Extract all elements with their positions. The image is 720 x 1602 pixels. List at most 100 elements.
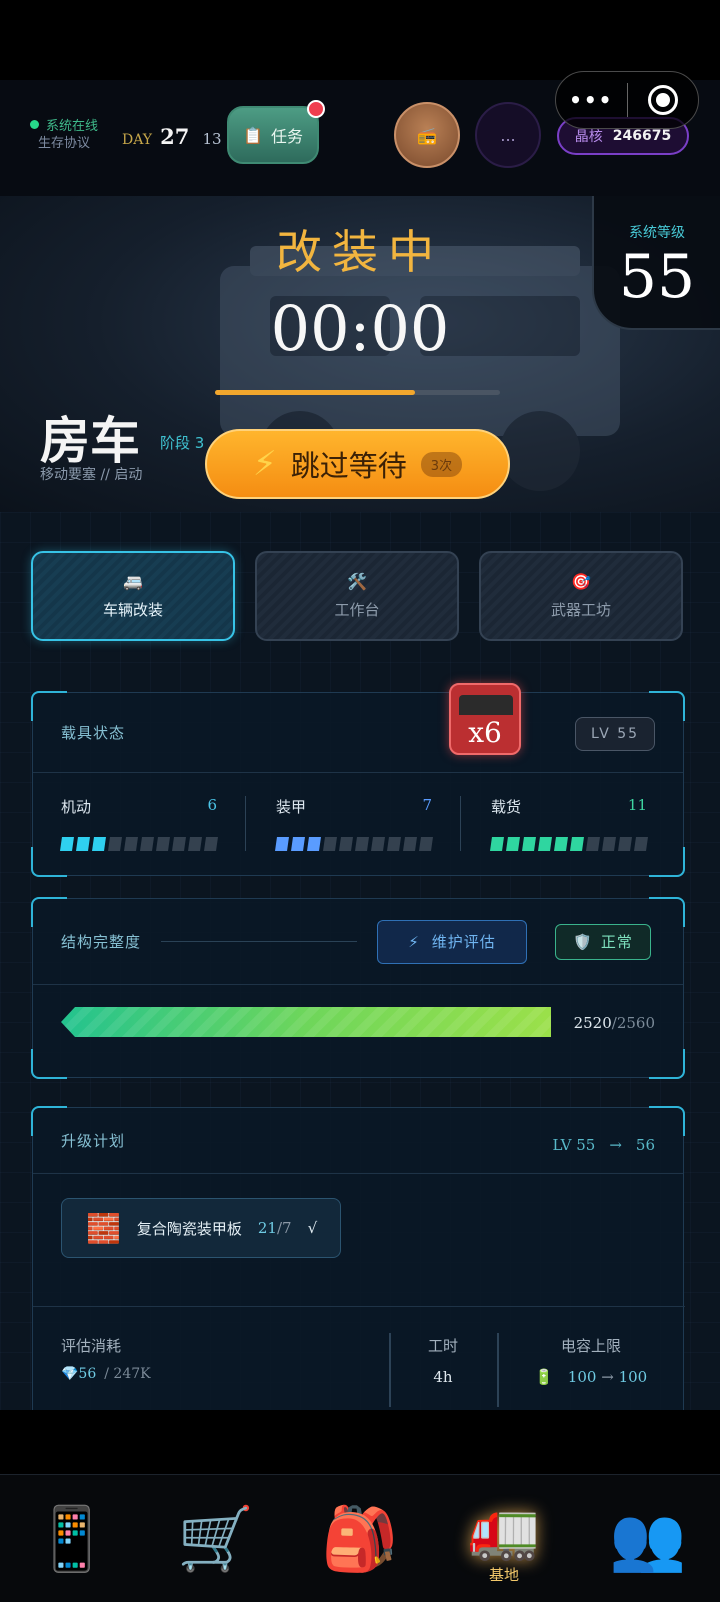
multiplier-badge[interactable]: x6 xyxy=(449,683,521,755)
task-button[interactable]: 📋 任务 xyxy=(227,100,325,164)
stat-value: 11 xyxy=(627,795,647,814)
nav-base-label: 基地 xyxy=(488,1565,519,1584)
vehicle-level-chip: LV 55 xyxy=(575,717,655,751)
integrity-current: 2520 xyxy=(573,1014,612,1032)
integrity-panel: 结构完整度 ⚡ 维护评估 🛡️ 正常 2520/2560 xyxy=(31,897,685,1081)
tab-label: 工作台 xyxy=(334,601,380,619)
status-bar-area xyxy=(0,0,720,80)
time-label: 工时 xyxy=(427,1337,458,1355)
main-content: 🚐 车辆改装 🛠️ 工作台 🎯 武器工坊 载具状态 x6 LV 55 机动 6 xyxy=(0,512,720,1417)
material-have: 21 xyxy=(257,1219,277,1237)
nav-phone[interactable]: 📱 xyxy=(0,1475,144,1602)
upgrade-costs: 评估消耗 💎56 / 247K 工时 4h 电容上限 🔋 100 → 100 xyxy=(33,1306,685,1407)
menu-dots-icon: ••• xyxy=(569,88,614,112)
stat-mobility: 机动 6 xyxy=(60,796,245,851)
system-online-label: 系统在线 xyxy=(46,119,99,134)
menu-dots-button[interactable]: ••• xyxy=(556,72,627,128)
stat-segment-empty xyxy=(108,836,122,851)
nav-base[interactable]: 🚛 基地 xyxy=(432,1475,576,1602)
crystal-value: 246675 xyxy=(612,128,672,144)
system-status: 系统在线 生存协议 xyxy=(30,118,98,152)
integrity-header: 结构完整度 ⚡ 维护评估 🛡️ 正常 xyxy=(33,899,683,985)
vehicle-status-panel: 载具状态 x6 LV 55 机动 6 装甲 7 载货 11 xyxy=(31,683,685,877)
radio-icon: 📻 xyxy=(417,125,437,145)
timer-progress-bar xyxy=(215,390,500,395)
stat-segment-empty xyxy=(634,836,648,851)
nav-shop[interactable]: 🛒 xyxy=(144,1475,288,1602)
stat-segment-empty xyxy=(339,836,353,851)
tools-icon: 🛠️ xyxy=(347,572,367,591)
tab-vehicle-mod[interactable]: 🚐 车辆改装 xyxy=(31,551,235,641)
target-icon: 🎯 xyxy=(571,572,591,591)
brick-icon: 🧱 xyxy=(86,1211,121,1245)
integrity-max: /2560 xyxy=(611,1014,655,1032)
integrity-progress-bar xyxy=(61,1007,551,1037)
upgrade-plan-panel: 升级计划 LV 55 → 56 🧱 复合陶瓷装甲板 21/7 √ 评估消耗 💎5… xyxy=(31,1106,685,1417)
material-need: /7 xyxy=(276,1219,292,1237)
skip-count-badge: 3次 xyxy=(420,451,463,477)
arrow-right-icon: → xyxy=(601,1368,614,1386)
cart-icon: 🛒 xyxy=(177,1501,255,1575)
vehicle-name: 房车 xyxy=(40,411,140,470)
lightning-icon: ⚡ xyxy=(408,932,420,951)
backpack-icon: 🎒 xyxy=(321,1501,399,1575)
van-icon: 🚐 xyxy=(123,572,143,591)
material-count: 21/7 xyxy=(258,1219,292,1237)
stat-name: 载货 xyxy=(491,797,522,816)
system-level-value: 55 xyxy=(618,242,696,312)
truck-icon: 🚛 xyxy=(467,1494,541,1563)
stat-segment-empty xyxy=(602,836,616,851)
tab-weapon-workshop[interactable]: 🎯 武器工坊 xyxy=(479,551,683,641)
stat-segment-filled xyxy=(92,836,106,851)
miniprogram-capsule: ••• xyxy=(555,71,699,129)
tab-bar: 🚐 车辆改装 🛠️ 工作台 🎯 武器工坊 xyxy=(31,551,685,641)
stat-segment-empty xyxy=(355,836,369,851)
stat-segment-filled xyxy=(307,836,321,851)
system-level-label: 系统等级 xyxy=(629,225,685,241)
status-label: 正常 xyxy=(600,933,633,951)
system-level-card: 系统等级 55 xyxy=(592,196,720,330)
stat-segment-filled xyxy=(554,836,568,851)
timer-progress-fill xyxy=(215,390,415,395)
stat-segment-empty xyxy=(156,836,170,851)
upgrade-level-range: LV 55 → 56 xyxy=(552,1136,655,1154)
tab-workbench[interactable]: 🛠️ 工作台 xyxy=(255,551,459,641)
nav-backpack[interactable]: 🎒 xyxy=(288,1475,432,1602)
phone-icon: 📱 xyxy=(33,1501,111,1575)
task-label: 任务 xyxy=(270,127,303,146)
stat-segment-filled xyxy=(76,836,90,851)
stat-segment-empty xyxy=(618,836,632,851)
radio-button[interactable]: 📻 xyxy=(394,102,460,168)
stat-segment-filled xyxy=(570,836,584,851)
status-badge: 🛡️ 正常 xyxy=(555,923,652,960)
target-icon xyxy=(647,85,678,115)
maintenance-evaluate-button[interactable]: ⚡ 维护评估 xyxy=(377,919,528,964)
stat-cargo: 载货 11 xyxy=(460,795,675,851)
arrow-right-icon: → xyxy=(609,1136,622,1154)
upgrade-title: 升级计划 xyxy=(61,1132,126,1150)
bottom-spacer xyxy=(0,1410,720,1474)
battery-icon: 🔋 xyxy=(534,1368,554,1386)
nav-social[interactable]: 👥 xyxy=(576,1475,720,1602)
tab-label: 车辆改装 xyxy=(102,601,163,619)
stat-segment-bar xyxy=(490,836,648,851)
more-button[interactable]: ... xyxy=(475,102,541,168)
skip-wait-button[interactable]: ⚡ 跳过等待 3次 xyxy=(205,429,510,499)
power-from: 100 xyxy=(567,1368,597,1386)
notification-badge xyxy=(307,100,325,118)
integrity-title: 结构完整度 xyxy=(61,933,142,951)
stat-armor: 装甲 7 xyxy=(245,795,460,851)
tab-label: 武器工坊 xyxy=(550,601,611,619)
stat-segment-empty xyxy=(140,836,154,851)
close-miniprogram-button[interactable] xyxy=(628,72,699,128)
stat-segment-bar xyxy=(275,836,433,851)
stat-segment-filled xyxy=(538,836,552,851)
vehicle-subtitle: 移动要塞 // 启动 xyxy=(40,467,143,483)
stat-segment-filled xyxy=(490,836,504,851)
stat-segment-filled xyxy=(275,836,289,851)
stat-segment-empty xyxy=(172,836,186,851)
people-icon: 👥 xyxy=(609,1501,687,1575)
integrity-bar-area: 2520/2560 xyxy=(33,985,683,1081)
stage-label: 阶段 3 xyxy=(160,434,205,452)
material-requirement[interactable]: 🧱 复合陶瓷装甲板 21/7 √ xyxy=(61,1198,341,1258)
